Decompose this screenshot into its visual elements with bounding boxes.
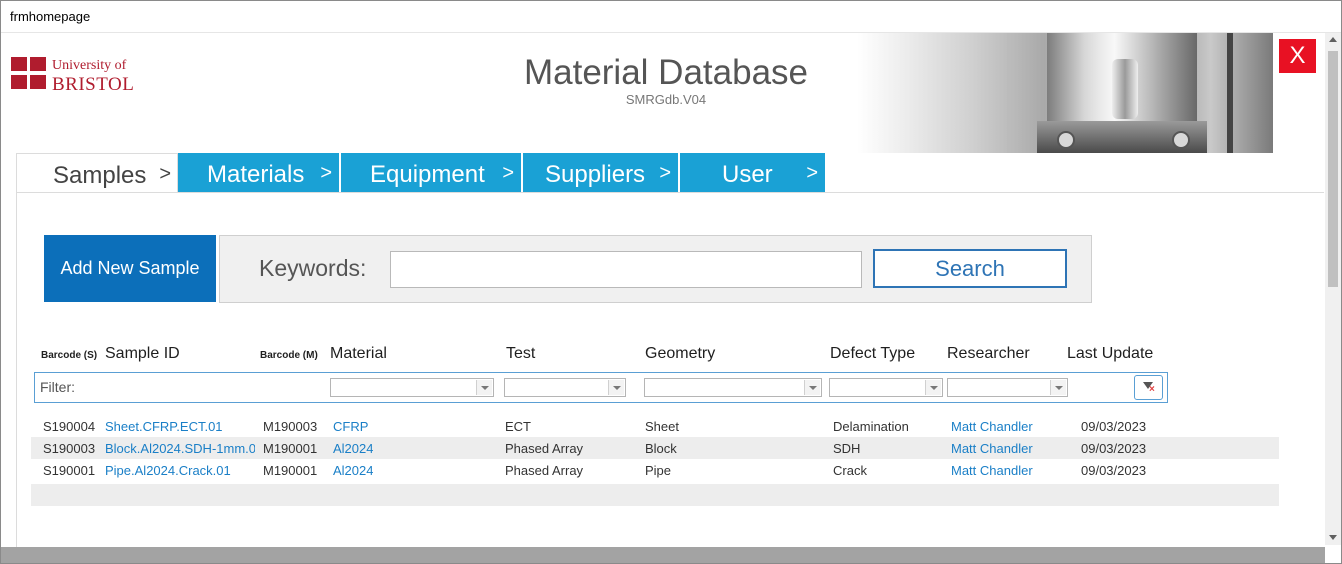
cell-barcode-s: S190001: [43, 463, 96, 478]
chevron-right-icon: >: [159, 163, 171, 185]
cell-barcode-m: M190001: [263, 441, 318, 456]
cell-material-link[interactable]: Al2024: [333, 463, 373, 478]
chevron-down-icon[interactable]: [925, 380, 941, 395]
chevron-down-icon[interactable]: [804, 380, 820, 395]
search-button[interactable]: Search: [873, 249, 1067, 288]
cell-researcher-link[interactable]: Matt Chandler: [951, 441, 1033, 456]
cell-test: ECT: [505, 419, 531, 434]
tab-label: User: [722, 161, 773, 188]
column-header-defect-type: Defect Type: [830, 345, 916, 362]
tab-suppliers[interactable]: Suppliers >: [523, 153, 678, 193]
cell-geometry: Pipe: [645, 463, 672, 478]
cell-sample-id-link[interactable]: Sheet.CFRP.ECT.01: [105, 419, 255, 434]
column-header-test: Test: [506, 345, 536, 362]
university-logo: University of BRISTOL: [11, 55, 141, 95]
chevron-right-icon: >: [502, 162, 514, 184]
header-image: [857, 33, 1273, 153]
column-header-geometry: Geometry: [645, 345, 716, 362]
tab-equipment[interactable]: Equipment >: [341, 153, 521, 193]
logo-line1: University of: [52, 58, 127, 73]
cell-test: Phased Array: [505, 463, 584, 478]
cell-barcode-s: S190004: [43, 419, 96, 434]
table-row[interactable]: S190001 Pipe.Al2024.Crack.01 M190001 Al2…: [31, 459, 1279, 481]
cell-barcode-s: S190003: [43, 441, 96, 456]
version-label: SMRGdb.V04: [625, 92, 707, 107]
title-bar: frmhomepage: [1, 1, 1341, 33]
scroll-down-icon[interactable]: [1329, 535, 1337, 540]
logo-line2: BRISTOL: [52, 74, 135, 95]
window-title: frmhomepage: [10, 9, 91, 24]
clear-icon: ×: [1149, 384, 1155, 395]
cell-barcode-m: M190001: [263, 463, 318, 478]
chevron-right-icon: >: [320, 162, 332, 184]
filter-label: Filter:: [40, 379, 75, 395]
cell-last-update: 09/03/2023: [1081, 463, 1147, 478]
geometry-filter-dropdown[interactable]: [644, 378, 822, 397]
chevron-down-icon[interactable]: [476, 380, 492, 395]
chevron-right-icon: >: [806, 162, 818, 184]
table-row[interactable]: S190003 Block.Al2024.SDH-1mm.01 M190001 …: [31, 437, 1279, 459]
column-header-material: Material: [330, 345, 387, 362]
cell-last-update: 09/03/2023: [1081, 419, 1147, 434]
cell-geometry: Block: [645, 441, 677, 456]
table-row[interactable]: S190004 Sheet.CFRP.ECT.01 M190003 CFRP E…: [31, 415, 1279, 437]
cell-researcher-link[interactable]: Matt Chandler: [951, 463, 1033, 478]
column-header-sample-id: Sample ID: [105, 345, 180, 362]
column-header-barcode-s: Barcode (S): [41, 350, 98, 361]
cell-last-update: 09/03/2023: [1081, 441, 1147, 456]
chevron-right-icon: >: [659, 162, 671, 184]
cell-test: Phased Array: [505, 441, 584, 456]
tab-label: Suppliers: [545, 161, 646, 188]
page-title: Material Database: [523, 53, 809, 92]
keywords-input[interactable]: [390, 251, 862, 288]
close-button[interactable]: X: [1279, 39, 1316, 73]
chevron-down-icon[interactable]: [608, 380, 624, 395]
horizontal-scrollbar[interactable]: [1, 547, 1325, 563]
cell-material-link[interactable]: Al2024: [333, 441, 373, 456]
cell-researcher-link[interactable]: Matt Chandler: [951, 419, 1033, 434]
cell-geometry: Sheet: [645, 419, 679, 434]
cell-defect-type: SDH: [833, 441, 861, 456]
add-new-sample-button[interactable]: Add New Sample: [44, 235, 216, 302]
empty-table-row: [31, 484, 1279, 506]
app-window: frmhomepage University of BRISTOL Materi…: [0, 0, 1342, 564]
scroll-thumb[interactable]: [1328, 51, 1338, 287]
tab-materials[interactable]: Materials >: [178, 153, 339, 193]
defect-type-filter-dropdown[interactable]: [829, 378, 943, 397]
cell-sample-id-link[interactable]: Pipe.Al2024.Crack.01: [105, 463, 255, 478]
column-header-researcher: Researcher: [947, 345, 1030, 362]
crest-icon: [11, 57, 47, 89]
cell-sample-id-link[interactable]: Block.Al2024.SDH-1mm.01: [105, 441, 255, 456]
cell-defect-type: Crack: [833, 463, 867, 478]
column-header-barcode-m: Barcode (M): [260, 350, 318, 361]
cell-defect-type: Delamination: [833, 419, 909, 434]
tab-label: Equipment: [370, 161, 485, 188]
vertical-scrollbar[interactable]: [1325, 33, 1341, 545]
clear-filter-button[interactable]: ×: [1134, 375, 1163, 400]
tab-label: Samples: [53, 162, 147, 189]
tab-samples[interactable]: Samples >: [16, 153, 178, 193]
tab-user[interactable]: User >: [680, 153, 825, 193]
cell-barcode-m: M190003: [263, 419, 318, 434]
material-filter-dropdown[interactable]: [330, 378, 494, 397]
tab-label: Materials: [207, 161, 305, 188]
test-filter-dropdown[interactable]: [504, 378, 626, 397]
column-header-last-update: Last Update: [1067, 345, 1154, 362]
researcher-filter-dropdown[interactable]: [947, 378, 1068, 397]
scroll-up-icon[interactable]: [1329, 37, 1337, 42]
cell-material-link[interactable]: CFRP: [333, 419, 368, 434]
keywords-label: Keywords:: [259, 255, 367, 281]
chevron-down-icon[interactable]: [1050, 380, 1066, 395]
